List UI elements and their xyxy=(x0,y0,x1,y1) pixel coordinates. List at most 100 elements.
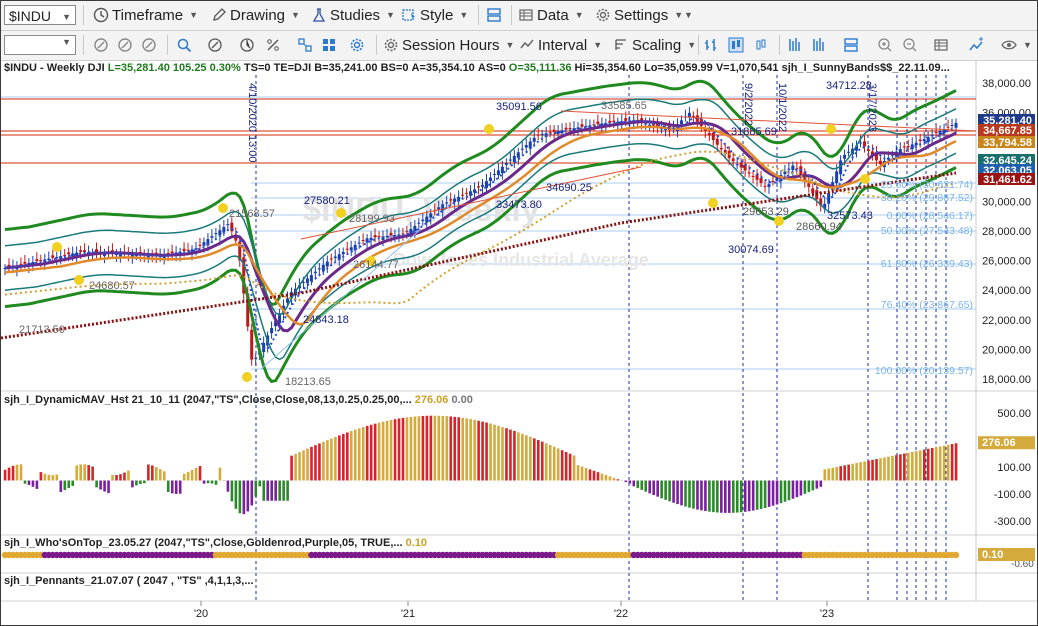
zoom-out-button[interactable] xyxy=(902,35,918,55)
candle-body xyxy=(644,123,648,125)
studies-label: Studies xyxy=(330,6,381,24)
volume-bars-button[interactable] xyxy=(787,35,803,55)
pivot-dot xyxy=(74,275,84,285)
price-axis-label: 38,000.00 xyxy=(982,78,1031,90)
zoom-icon-button[interactable] xyxy=(176,35,192,55)
pivot-dot xyxy=(860,174,870,184)
candle-body xyxy=(556,131,560,134)
grid-button[interactable] xyxy=(321,35,337,55)
date-label: 4/10/2020 13:00 xyxy=(246,83,258,163)
price-annotation: 27580.21 xyxy=(304,195,350,207)
timeframe-menu[interactable]: Timeframe ▼ xyxy=(93,5,198,25)
drawing-label: Drawing xyxy=(230,6,286,24)
histogram-bar xyxy=(401,417,405,481)
histogram-bar xyxy=(727,480,731,513)
scaling-icon xyxy=(615,39,626,50)
studies-menu[interactable]: Studies ▼ xyxy=(311,5,395,25)
chevron-down-icon[interactable]: ▼ xyxy=(62,7,71,27)
last-price: L=35,281.40 xyxy=(107,62,170,74)
candle-body xyxy=(528,141,532,149)
high-label: Hi=35,354.60 xyxy=(574,62,641,74)
histogram-bar xyxy=(835,466,839,481)
histogram-bar xyxy=(166,480,170,493)
volume-bars-2-button[interactable] xyxy=(811,35,827,55)
layout-button[interactable] xyxy=(486,5,502,25)
settings-label: Settings xyxy=(614,6,669,24)
volume-label: V=1,070,541 xyxy=(715,62,779,74)
chart-area[interactable]: $INDU, Weekly Dow Jones Industrial Averag… xyxy=(1,61,1037,625)
histogram-bar xyxy=(361,427,365,481)
symbol-input[interactable]: $INDU ▼ xyxy=(4,5,76,25)
scaling-menu[interactable]: Scaling ▼ xyxy=(613,35,696,55)
interval-menu[interactable]: Interval ▼ xyxy=(519,35,602,55)
histogram-bar xyxy=(879,458,882,481)
histogram-bar xyxy=(628,480,632,484)
data-menu[interactable]: Data ▼ xyxy=(518,5,584,25)
objects-button[interactable] xyxy=(297,35,313,55)
percent-button[interactable] xyxy=(265,35,281,55)
histogram-bar xyxy=(342,433,345,481)
histogram-bar xyxy=(600,473,604,481)
fib-label: 100.00% (20,139.57) xyxy=(875,365,973,377)
histogram-bar xyxy=(497,425,500,481)
histogram-bar xyxy=(302,450,305,481)
candle-body xyxy=(35,259,39,262)
histogram-bar xyxy=(242,480,246,515)
chevron-down-icon[interactable]: ▼ xyxy=(62,37,71,47)
measure-button[interactable] xyxy=(239,35,255,55)
pivot-dot xyxy=(218,203,228,213)
view-button[interactable]: ▼ xyxy=(1001,35,1032,55)
link-icon-1[interactable] xyxy=(93,35,109,55)
percent-icon xyxy=(267,39,279,51)
crosshair-button[interactable] xyxy=(207,35,223,55)
main-toolbar: $INDU ▼ Timeframe ▼ Drawing ▼ Studies ▼ Styl… xyxy=(1,1,1037,31)
histogram-bar xyxy=(457,417,461,481)
histogram-bar xyxy=(230,480,234,502)
histogram-bar xyxy=(632,480,636,487)
bar-chart-button[interactable] xyxy=(703,35,719,55)
candle-body xyxy=(759,177,763,183)
histogram-bar xyxy=(226,480,230,492)
toolbar-overflow[interactable]: ▼ xyxy=(681,5,693,25)
histogram-bar xyxy=(338,435,341,481)
price-annotation: 33473.80 xyxy=(496,199,542,211)
drawing-menu[interactable]: Drawing ▼ xyxy=(211,5,300,25)
panel4-title: sjh_I_Pennants_21.07.07 ( 2047 , "TS" ,4… xyxy=(4,575,254,587)
histogram-bar xyxy=(290,455,293,481)
histogram-bar xyxy=(27,480,31,485)
ohlc-icon xyxy=(705,39,716,51)
zoom-out-icon xyxy=(903,38,917,52)
add-chart-button[interactable] xyxy=(968,35,984,55)
histogram-bar xyxy=(182,473,186,481)
candle-body xyxy=(767,184,771,188)
candle-body xyxy=(182,248,186,251)
histogram-bar xyxy=(417,416,421,481)
style-icon xyxy=(402,9,415,21)
candle-body xyxy=(807,183,811,187)
candle-body xyxy=(532,137,536,142)
hollow-candle-button[interactable] xyxy=(753,35,769,55)
histogram-bar xyxy=(871,459,874,481)
link-icon-3[interactable] xyxy=(141,35,157,55)
price-annotation: 31885.69 xyxy=(731,126,777,138)
interval-input[interactable]: ▼ xyxy=(4,35,76,55)
session-hours-menu[interactable]: Session Hours ▼ xyxy=(383,35,514,55)
candle-body xyxy=(902,146,906,148)
candle-body xyxy=(552,129,556,132)
measure-icon xyxy=(240,38,254,52)
candle-body xyxy=(361,240,365,242)
histogram-bar xyxy=(31,480,35,487)
data-window-button[interactable] xyxy=(933,35,949,55)
zoom-in-button[interactable] xyxy=(877,35,893,55)
link-icon-2[interactable] xyxy=(117,35,133,55)
histogram-bar xyxy=(735,480,739,513)
candle-body xyxy=(930,135,934,137)
panel-layout-button[interactable] xyxy=(843,35,859,55)
candle-body xyxy=(226,224,230,226)
settings-gear-button[interactable] xyxy=(349,35,365,55)
candle-chart-button[interactable] xyxy=(728,35,744,55)
settings-menu[interactable]: Settings ▼ xyxy=(595,5,683,25)
candle-body xyxy=(270,328,274,334)
histogram-bar xyxy=(660,480,663,499)
style-menu[interactable]: Style ▼ xyxy=(401,5,468,25)
